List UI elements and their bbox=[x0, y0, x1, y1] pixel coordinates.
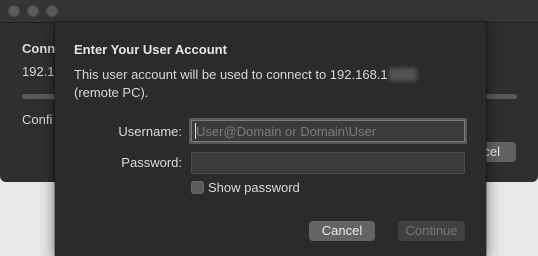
close-window-button[interactable] bbox=[8, 5, 20, 17]
dialog-description-suffix: (remote PC). bbox=[74, 85, 149, 100]
show-password-label: Show password bbox=[208, 179, 300, 195]
cancel-button[interactable]: Cancel bbox=[309, 221, 375, 241]
background-title: Conn bbox=[22, 41, 56, 56]
background-status-text: Confi bbox=[22, 112, 53, 127]
user-account-sheet: Enter Your User Account This user accoun… bbox=[55, 22, 486, 256]
dialog-description-text: This user account will be used to connec… bbox=[74, 67, 388, 82]
username-input[interactable] bbox=[191, 120, 465, 142]
show-password-checkbox[interactable] bbox=[191, 180, 204, 194]
password-input[interactable] bbox=[191, 152, 465, 174]
minimize-window-button[interactable] bbox=[27, 5, 39, 17]
continue-button[interactable]: Continue bbox=[398, 221, 465, 241]
dialog-description: This user account will be used to connec… bbox=[74, 66, 479, 102]
show-password-option[interactable]: Show password bbox=[191, 179, 300, 195]
text-cursor bbox=[195, 123, 196, 139]
dialog-title: Enter Your User Account bbox=[74, 42, 227, 57]
username-label: Username: bbox=[118, 124, 182, 139]
zoom-window-button[interactable] bbox=[46, 5, 58, 17]
redacted-ip-segment bbox=[388, 68, 417, 81]
password-label: Password: bbox=[121, 155, 182, 170]
title-bar bbox=[0, 0, 538, 23]
